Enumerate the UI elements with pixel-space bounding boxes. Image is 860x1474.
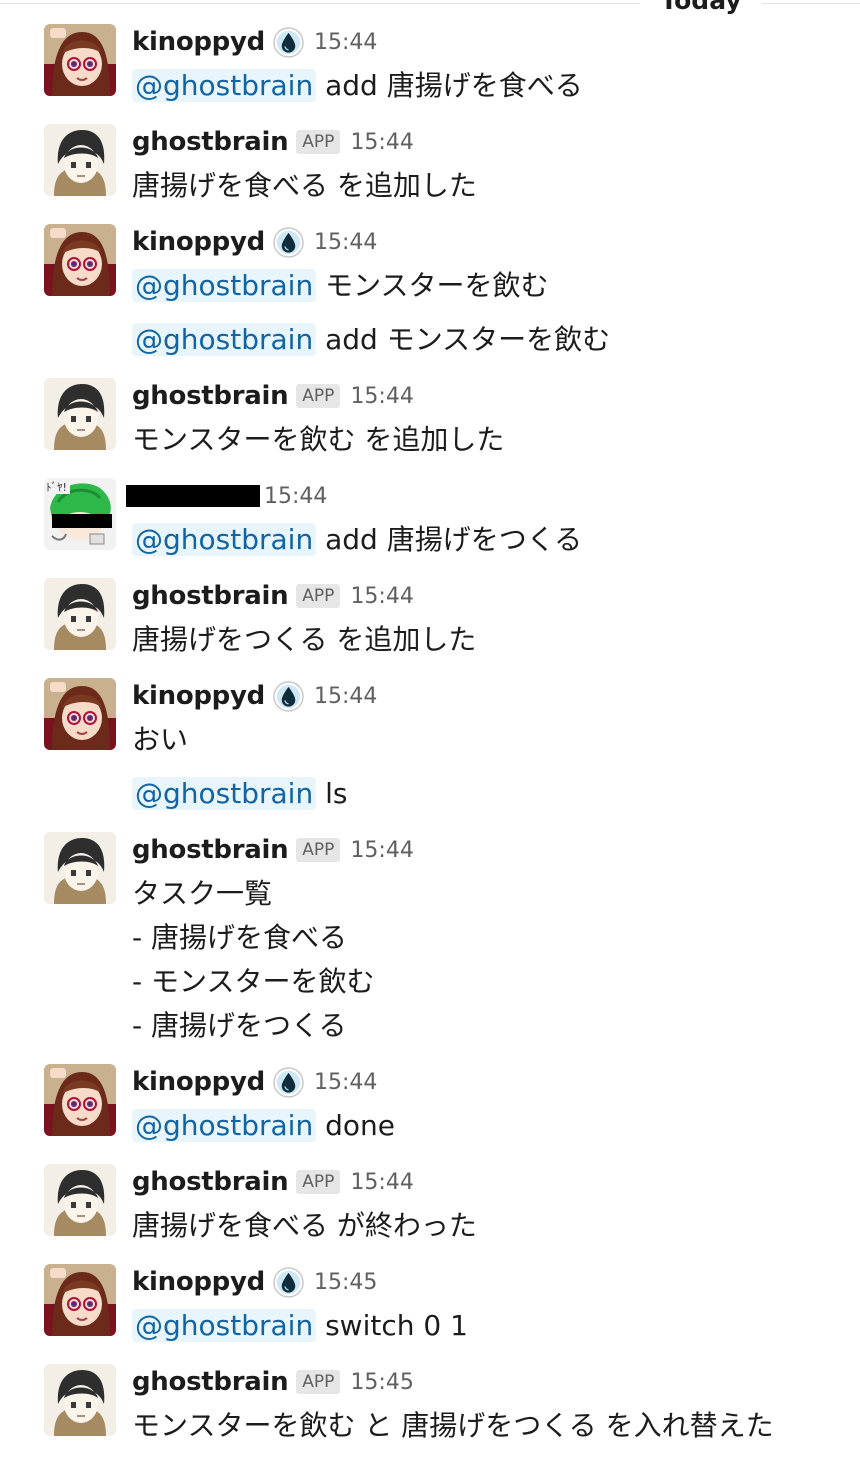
timestamp[interactable]: 15:44 (314, 684, 377, 709)
mention-link[interactable]: @ghostbrain (132, 323, 317, 356)
message-text: @ghostbrain add モンスターを飲む (132, 318, 610, 362)
mention-link[interactable]: @ghostbrain (132, 777, 317, 810)
task-list: タスク一覧 - 唐揚げを食べる - モンスターを飲む - 唐揚げをつくる (132, 872, 374, 1048)
timestamp[interactable]: 15:45 (314, 1270, 377, 1295)
ghostbrain-avatar[interactable] (44, 1364, 116, 1436)
timestamp[interactable]: 15:44 (350, 584, 413, 609)
kinoppyd-avatar[interactable] (44, 678, 116, 750)
water-drop-icon (273, 227, 304, 258)
kinoppyd-avatar[interactable] (44, 1264, 116, 1336)
app-badge: APP (296, 1370, 341, 1394)
timestamp[interactable]: 15:44 (350, 130, 413, 155)
message-body: add 唐揚げを食べる (325, 69, 583, 102)
redacted-sender-name[interactable] (126, 485, 260, 507)
timestamp[interactable]: 15:44 (314, 30, 377, 55)
message-text: @ghostbrain done (132, 1104, 395, 1148)
kinoppyd-avatar[interactable] (44, 1064, 116, 1136)
task-list-item: - 唐揚げを食べる (132, 921, 348, 954)
sender-name[interactable]: ghostbrain (132, 127, 289, 157)
ghostbrain-avatar[interactable] (44, 124, 116, 196)
message-header: ghostbrain APP 15:44 (132, 1164, 414, 1200)
sender-name[interactable]: ghostbrain (132, 581, 289, 611)
task-list-item: - 唐揚げをつくる (132, 1009, 347, 1042)
timestamp[interactable]: 15:44 (264, 484, 327, 509)
water-drop-icon (273, 1267, 304, 1298)
message-header: kinoppyd 15:44 (132, 1064, 377, 1100)
message-header: ghostbrain APP 15:44 (132, 832, 414, 868)
sender-name[interactable]: kinoppyd (132, 1067, 265, 1097)
message-body: ls (325, 777, 348, 810)
day-divider-label: Today (660, 0, 742, 15)
message-body: モンスターを飲む と 唐揚げをつくる を入れ替えた (132, 1409, 774, 1442)
water-drop-icon (273, 1067, 304, 1098)
sender-name[interactable]: ghostbrain (132, 835, 289, 865)
message-text: @ghostbrain モンスターを飲む (132, 264, 549, 308)
ghostbrain-avatar[interactable] (44, 378, 116, 450)
water-drop-icon (273, 27, 304, 58)
timestamp[interactable]: 15:44 (350, 838, 413, 863)
task-list-title: タスク一覧 (132, 877, 273, 910)
message-body: add モンスターを飲む (325, 323, 611, 356)
divider-line-left (0, 3, 640, 4)
message-body: add 唐揚げをつくる (325, 523, 583, 556)
timestamp[interactable]: 15:44 (314, 1070, 377, 1095)
app-badge: APP (296, 130, 341, 154)
sender-name[interactable]: kinoppyd (132, 227, 265, 257)
ghostbrain-avatar[interactable] (44, 832, 116, 904)
message-text: @ghostbrain switch 0 1 (132, 1304, 468, 1348)
ghostbrain-avatar[interactable] (44, 1164, 116, 1236)
message-body: モンスターを飲む (325, 269, 549, 302)
sender-name[interactable]: ghostbrain (132, 1167, 289, 1197)
message-header: kinoppyd 15:44 (132, 224, 377, 260)
message-body: 唐揚げを食べる を追加した (132, 169, 477, 202)
kinoppyd-avatar[interactable] (44, 24, 116, 96)
message-header: ghostbrain APP 15:44 (132, 578, 414, 614)
timestamp[interactable]: 15:44 (314, 230, 377, 255)
message-header: 15:44 (126, 478, 327, 514)
water-drop-icon (273, 681, 304, 712)
timestamp[interactable]: 15:44 (350, 384, 413, 409)
message-text: @ghostbrain add 唐揚げを食べる (132, 64, 583, 108)
ghostbrain-avatar[interactable] (44, 578, 116, 650)
mention-link[interactable]: @ghostbrain (132, 269, 317, 302)
app-badge: APP (296, 584, 341, 608)
sender-name[interactable]: ghostbrain (132, 381, 289, 411)
message-text: @ghostbrain ls (132, 772, 347, 816)
timestamp[interactable]: 15:45 (350, 1370, 413, 1395)
mention-link[interactable]: @ghostbrain (132, 69, 317, 102)
message-body: done (325, 1109, 395, 1142)
message-header: kinoppyd 15:44 (132, 678, 377, 714)
message-body: モンスターを飲む を追加した (132, 423, 505, 456)
message-body: おい (132, 723, 189, 756)
timestamp[interactable]: 15:44 (350, 1170, 413, 1195)
message-header: ghostbrain APP 15:44 (132, 378, 414, 414)
sender-name[interactable]: kinoppyd (132, 1267, 265, 1297)
divider-line-right (762, 3, 860, 4)
message-header: kinoppyd 15:44 (132, 24, 377, 60)
app-badge: APP (296, 838, 341, 862)
redacted-avatar[interactable] (44, 478, 116, 550)
message-header: ghostbrain APP 15:44 (132, 124, 414, 160)
message-text: @ghostbrain add 唐揚げをつくる (132, 518, 582, 562)
app-badge: APP (296, 1170, 341, 1194)
mention-link[interactable]: @ghostbrain (132, 1109, 317, 1142)
message-body: 唐揚げを食べる が終わった (132, 1209, 477, 1242)
app-badge: APP (296, 384, 341, 408)
mention-link[interactable]: @ghostbrain (132, 1309, 317, 1342)
message-header: ghostbrain APP 15:45 (132, 1364, 414, 1400)
kinoppyd-avatar[interactable] (44, 224, 116, 296)
sender-name[interactable]: ghostbrain (132, 1367, 289, 1397)
message-header: kinoppyd 15:45 (132, 1264, 377, 1300)
task-list-item: - モンスターを飲む (132, 965, 375, 998)
sender-name[interactable]: kinoppyd (132, 27, 265, 57)
sender-name[interactable]: kinoppyd (132, 681, 265, 711)
day-divider: Today (0, 0, 860, 15)
mention-link[interactable]: @ghostbrain (132, 523, 317, 556)
message-body: switch 0 1 (325, 1309, 468, 1342)
message-body: 唐揚げをつくる を追加した (132, 623, 477, 656)
